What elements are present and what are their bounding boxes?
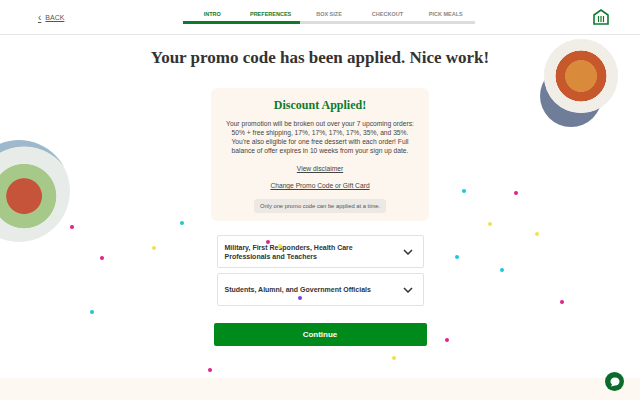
chat-button[interactable] [605,372,624,391]
continue-button[interactable]: Continue [214,323,427,346]
confetti [70,225,74,229]
confetti [180,221,184,225]
main-content: Your promo code has been applied. Nice w… [0,35,640,378]
confetti [278,244,282,248]
step-bar [417,21,475,24]
confetti [298,296,302,300]
discount-card: Discount Applied! Your promotion will be … [211,88,429,221]
progress-step: CHECKOUT [358,11,416,24]
back-link[interactable]: ‹BACK [38,12,183,23]
step-bar [300,21,358,24]
chevron-down-icon [403,249,413,255]
accordion-item[interactable]: Military, First Responders, Health Care … [217,235,424,268]
accordion-list: Military, First Responders, Health Care … [217,235,424,306]
confetti [100,256,104,260]
confetti [560,300,564,304]
footer-strip [0,378,640,400]
chevron-down-icon [403,287,413,293]
confetti [462,189,466,193]
confetti [152,246,156,250]
confetti [455,255,459,259]
confetti [488,222,492,226]
enchilada-photo [544,39,618,113]
progress-step: BOX SIZE [300,11,358,24]
confetti [500,268,504,272]
confetti [266,240,270,244]
step-bar [358,21,416,24]
discount-text: Your promotion will be broken out over y… [223,119,417,155]
confetti [535,232,539,236]
accordion-item[interactable]: Students, Alumni, and Government Officia… [217,273,424,306]
page-title: Your promo code has been applied. Nice w… [151,48,489,68]
step-bar [183,21,241,24]
confetti [445,338,449,342]
chevron-left-icon: ‹ [38,12,41,23]
progress-step: PICK MEALS [417,11,475,24]
progress-steps: INTROPREFERENCESBOX SIZECHECKOUTPICK MEA… [183,11,475,24]
card-link[interactable]: Change Promo Code or Gift Card [270,182,369,189]
top-bar: ‹BACKINTROPREFERENCESBOX SIZECHECKOUTPIC… [0,0,640,35]
confetti [90,310,94,314]
discount-heading: Discount Applied! [274,98,366,113]
confetti [208,368,212,372]
step-bar [241,21,299,24]
confetti [514,191,518,195]
promo-note: Only one promo code can be applied at a … [254,199,386,213]
progress-step: PREFERENCES [241,11,299,24]
page: ‹BACKINTROPREFERENCESBOX SIZECHECKOUTPIC… [0,0,640,400]
card-link[interactable]: View disclaimer [297,165,343,172]
confetti [392,356,396,360]
progress-step: INTRO [183,11,241,24]
logo-icon[interactable] [592,8,610,26]
chat-icon [609,376,621,388]
salmon-photo [0,140,70,242]
